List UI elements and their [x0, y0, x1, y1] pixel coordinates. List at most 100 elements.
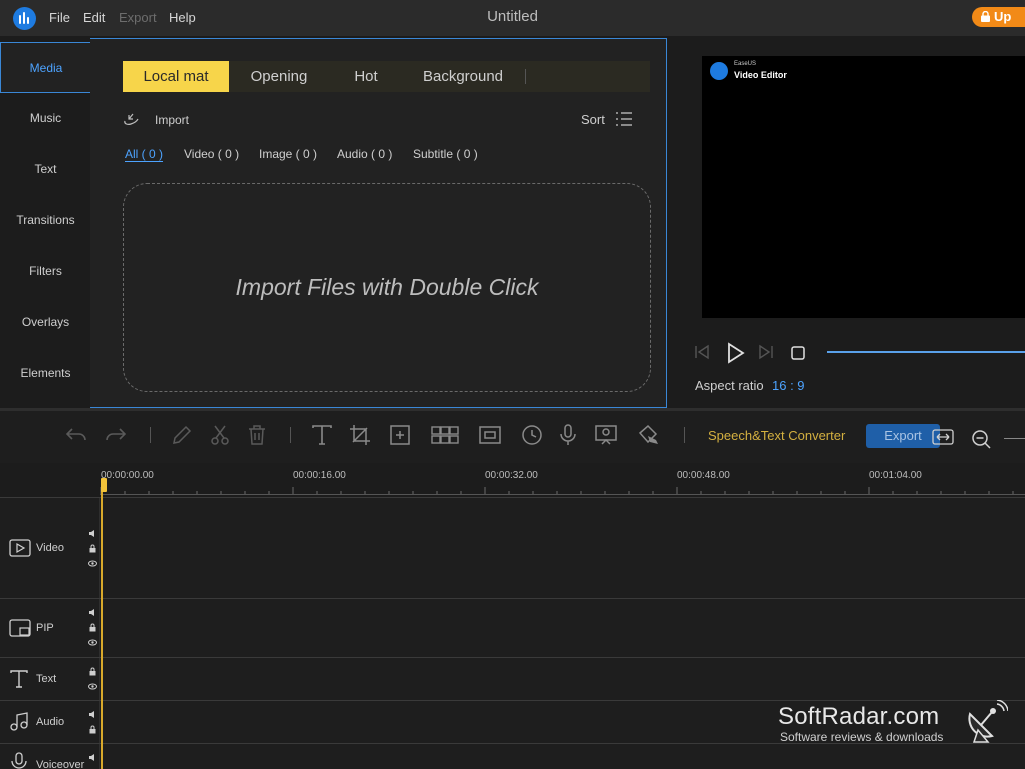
export-button[interactable]: Export: [866, 424, 940, 448]
media-tabs: Local mat Opening Hot Background: [123, 61, 650, 92]
visibility-eye-icon[interactable]: [88, 682, 97, 691]
track-label: PIP: [36, 622, 54, 634]
lock-icon: [981, 11, 990, 22]
sidebar-item-elements[interactable]: Elements: [0, 348, 91, 399]
lock-icon[interactable]: [88, 544, 97, 553]
volume-icon[interactable]: [88, 753, 97, 762]
upgrade-button[interactable]: Up: [972, 7, 1025, 27]
sidebar-item-text[interactable]: Text: [0, 144, 91, 195]
track-label: Video: [36, 542, 64, 554]
screen-record-icon[interactable]: [594, 423, 618, 447]
track-label: Audio: [36, 716, 65, 728]
next-frame-icon[interactable]: [757, 343, 775, 361]
toolbar-divider: [290, 427, 291, 443]
tab-background[interactable]: Background: [403, 61, 523, 92]
track-header: Video: [0, 498, 100, 598]
ruler-tick-label: 00:01:04.00: [869, 470, 922, 481]
sort-list-icon[interactable]: [615, 111, 633, 127]
ruler-tick-label: 00:00:32.00: [485, 470, 538, 481]
split-scissors-icon[interactable]: [208, 423, 232, 447]
sort-label[interactable]: Sort: [581, 112, 605, 127]
filter-video[interactable]: Video ( 0 ): [184, 147, 239, 161]
preview-screen: EaseUS Video Editor: [702, 56, 1025, 318]
track-pip[interactable]: PIP: [0, 598, 1025, 657]
sidebar-item-transitions[interactable]: Transitions: [0, 195, 91, 246]
track-text[interactable]: Text: [0, 657, 1025, 700]
previous-frame-icon[interactable]: [693, 343, 711, 361]
video-track-icon: [9, 539, 31, 557]
sidebar-item-filters[interactable]: Filters: [0, 246, 91, 297]
import-icon: [124, 113, 139, 125]
aspect-ratio-value[interactable]: 16 : 9: [772, 378, 805, 393]
tab-hot[interactable]: Hot: [329, 61, 403, 92]
volume-icon[interactable]: [88, 710, 97, 719]
track-header: Audio: [0, 701, 100, 743]
playback-progress-bar[interactable]: [827, 351, 1025, 353]
preview-panel: EaseUS Video Editor Aspect ratio 16 : 9: [670, 38, 1025, 407]
zoom-out-icon[interactable]: [970, 428, 992, 450]
filter-all[interactable]: All ( 0 ): [125, 147, 163, 161]
undo-icon[interactable]: [64, 423, 88, 447]
playhead-line[interactable]: [101, 490, 103, 769]
microphone-icon[interactable]: [556, 423, 580, 447]
pip-track-icon: [9, 619, 31, 637]
ruler-tick-label: 00:00:00.00: [101, 470, 154, 481]
ruler-baseline: [100, 494, 1025, 495]
aspect-ratio-label: Aspect ratio: [695, 378, 764, 393]
satellite-dish-icon: [968, 700, 1008, 743]
visibility-eye-icon[interactable]: [88, 638, 97, 647]
filter-image[interactable]: Image ( 0 ): [259, 147, 317, 161]
lock-icon[interactable]: [88, 725, 97, 734]
playhead-handle[interactable]: [101, 478, 107, 492]
speed-clock-icon[interactable]: [520, 423, 544, 447]
redo-icon[interactable]: [104, 423, 128, 447]
lock-icon[interactable]: [88, 623, 97, 632]
zoom-slider[interactable]: [1004, 438, 1025, 439]
preview-logo-icon: [710, 62, 728, 80]
volume-icon[interactable]: [88, 529, 97, 538]
edit-pencil-icon[interactable]: [170, 423, 194, 447]
title-bar: File Edit Export Help Untitled Up: [0, 0, 1025, 36]
text-track-icon: [10, 670, 28, 688]
watermark-tagline: Software reviews & downloads: [780, 730, 944, 744]
watermark-name: SoftRadar.com: [778, 703, 940, 730]
category-sidebar: Media Music Text Transitions Filters Ove…: [0, 38, 91, 407]
preview-brand-name: Video Editor: [734, 70, 787, 80]
media-panel: Local mat Opening Hot Background Import …: [90, 38, 667, 408]
crop-icon[interactable]: [348, 423, 372, 447]
zoom-frame-icon[interactable]: [388, 423, 412, 447]
track-video[interactable]: Video: [0, 497, 1025, 598]
filter-subtitle[interactable]: Subtitle ( 0 ): [413, 147, 478, 161]
stop-icon[interactable]: [791, 346, 805, 360]
ruler-tick-label: 00:00:16.00: [293, 470, 346, 481]
import-label: Import: [155, 113, 190, 127]
paint-bucket-icon[interactable]: [636, 423, 660, 447]
tab-opening[interactable]: Opening: [229, 61, 329, 92]
visibility-eye-icon[interactable]: [88, 559, 97, 568]
dropzone-text: Import Files with Double Click: [235, 274, 539, 300]
mosaic-icon[interactable]: [430, 423, 460, 447]
play-icon[interactable]: [724, 342, 746, 364]
filter-audio[interactable]: Audio ( 0 ): [337, 147, 392, 161]
sidebar-item-music[interactable]: Music: [0, 93, 91, 144]
sidebar-item-overlays[interactable]: Overlays: [0, 297, 91, 348]
tab-local-mat[interactable]: Local mat: [123, 61, 229, 92]
text-tool-icon[interactable]: [310, 423, 334, 447]
delete-trash-icon[interactable]: [245, 423, 269, 447]
ruler-tick-label: 00:00:48.00: [677, 470, 730, 481]
import-dropzone[interactable]: Import Files with Double Click: [123, 183, 651, 392]
volume-icon[interactable]: [88, 608, 97, 617]
fit-timeline-icon[interactable]: [932, 429, 954, 445]
toolbar-divider: [150, 427, 151, 443]
microphone-icon: [11, 752, 27, 769]
freeze-frame-icon[interactable]: [478, 423, 502, 447]
sidebar-item-media[interactable]: Media: [0, 42, 91, 93]
track-voiceover[interactable]: Voiceover: [0, 743, 1025, 769]
track-label: Text: [36, 673, 57, 685]
track-header: PIP: [0, 599, 100, 657]
timeline-ruler[interactable]: 00:00:00.00 00:00:16.00 00:00:32.00 00:0…: [100, 463, 1025, 497]
lock-icon[interactable]: [88, 667, 97, 676]
speech-text-converter-button[interactable]: Speech&Text Converter: [708, 428, 845, 443]
track-header: Text: [0, 658, 100, 700]
toolbar-divider: [684, 427, 685, 443]
